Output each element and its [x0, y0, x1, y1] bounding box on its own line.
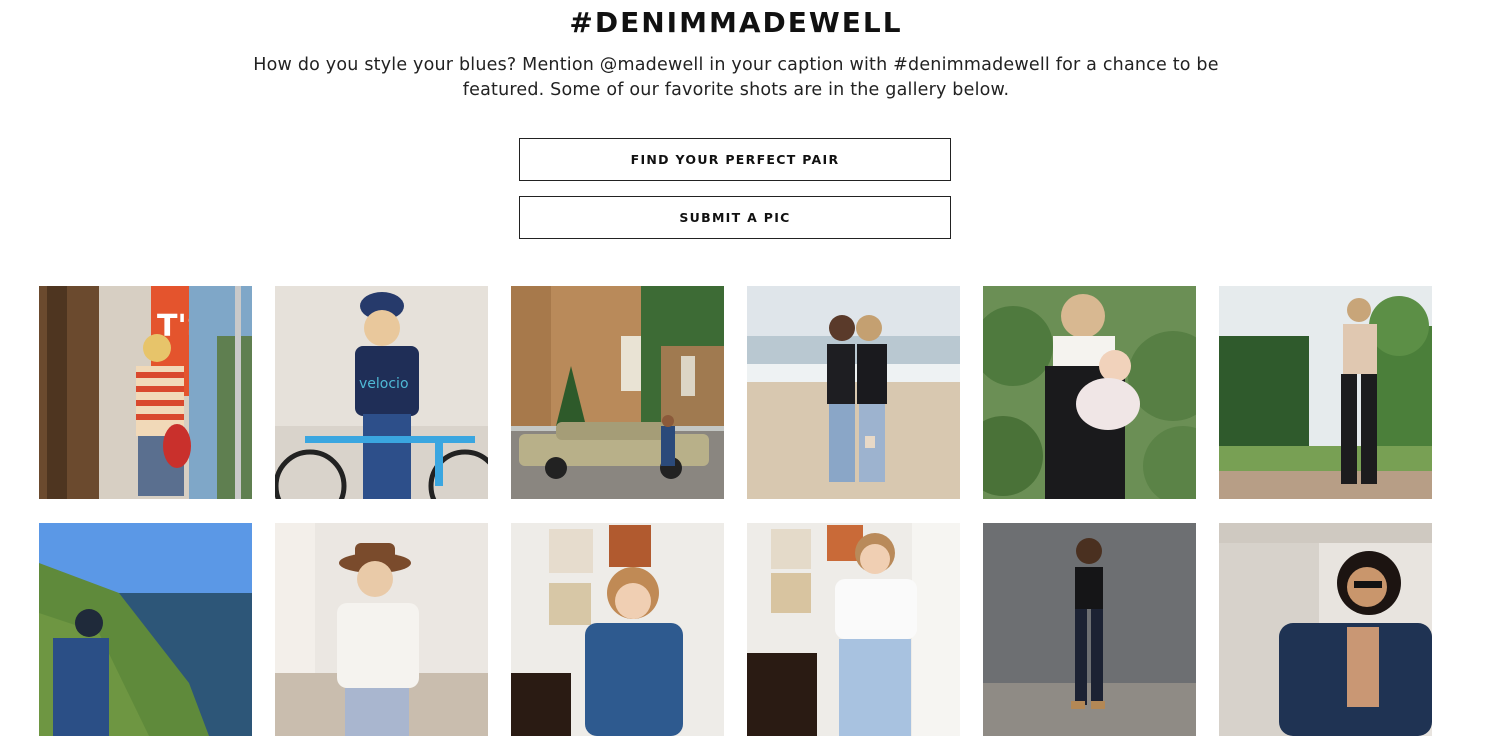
photo-image: velocio — [275, 286, 488, 499]
photo-image — [983, 523, 1196, 736]
gallery-photo-8[interactable] — [275, 523, 488, 736]
photo-image — [747, 523, 960, 736]
page-title: #DENIMMADEWELL — [569, 6, 903, 39]
shirt-text: velocio — [359, 376, 409, 392]
gallery-photo-4[interactable] — [747, 286, 960, 499]
photo-image: T'S — [39, 286, 252, 499]
gallery-photo-6[interactable] — [1219, 286, 1432, 499]
submit-pic-button[interactable]: SUBMIT A PIC — [519, 196, 951, 239]
photo-image — [511, 523, 724, 736]
photo-image — [1219, 286, 1432, 499]
photo-image — [39, 523, 252, 736]
photo-image — [983, 286, 1196, 499]
gallery-photo-10[interactable] — [747, 523, 960, 736]
gallery-photo-11[interactable] — [983, 523, 1196, 736]
gallery-photo-9[interactable] — [511, 523, 724, 736]
photo-image — [511, 286, 724, 499]
gallery-photo-5[interactable] — [983, 286, 1196, 499]
intro-text: How do you style your blues? Mention @ma… — [253, 55, 1219, 100]
gallery-photo-12[interactable] — [1219, 523, 1432, 736]
find-perfect-pair-button[interactable]: FIND YOUR PERFECT PAIR — [519, 138, 951, 181]
photo-image — [275, 523, 488, 736]
photo-image — [747, 286, 960, 499]
gallery-photo-2[interactable]: velocio — [275, 286, 488, 499]
photo-image — [1219, 523, 1432, 736]
gallery-photo-3[interactable] — [511, 286, 724, 499]
photo-gallery: T'S velocio — [39, 286, 1435, 736]
page: #DENIMMADEWELL How do you style your blu… — [0, 0, 1486, 746]
gallery-photo-1[interactable]: T'S — [39, 286, 252, 499]
gallery-photo-7[interactable] — [39, 523, 252, 736]
